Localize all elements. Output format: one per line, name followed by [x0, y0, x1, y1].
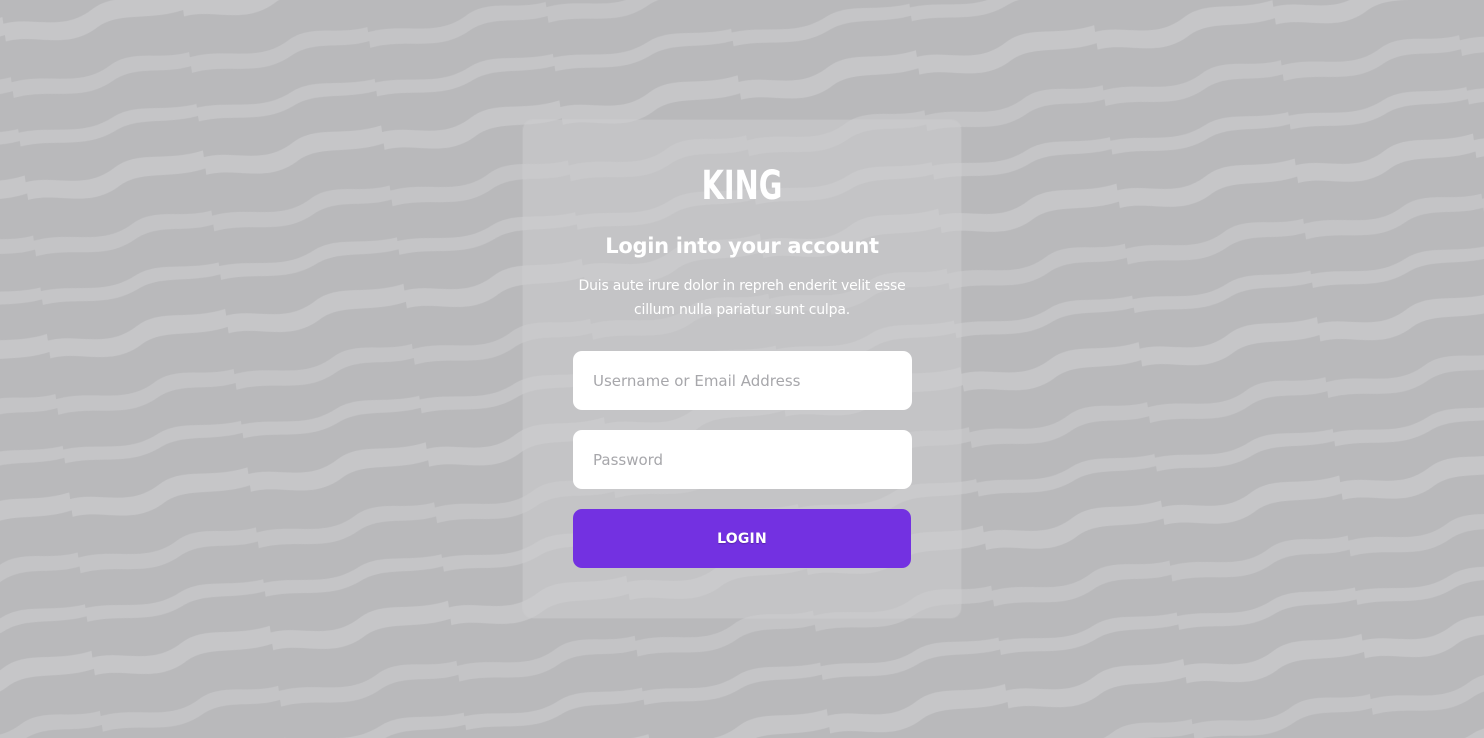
- login-description: Duis aute irure dolor in repreh enderit …: [578, 278, 906, 318]
- login-heading: Login into your account: [605, 234, 879, 258]
- login-button[interactable]: LOGIN: [573, 509, 911, 568]
- password-input[interactable]: [573, 430, 912, 489]
- username-email-input[interactable]: [573, 351, 912, 410]
- brand-logo: KING: [701, 163, 783, 209]
- login-card: KING Login into your account Duis aute i…: [523, 120, 961, 618]
